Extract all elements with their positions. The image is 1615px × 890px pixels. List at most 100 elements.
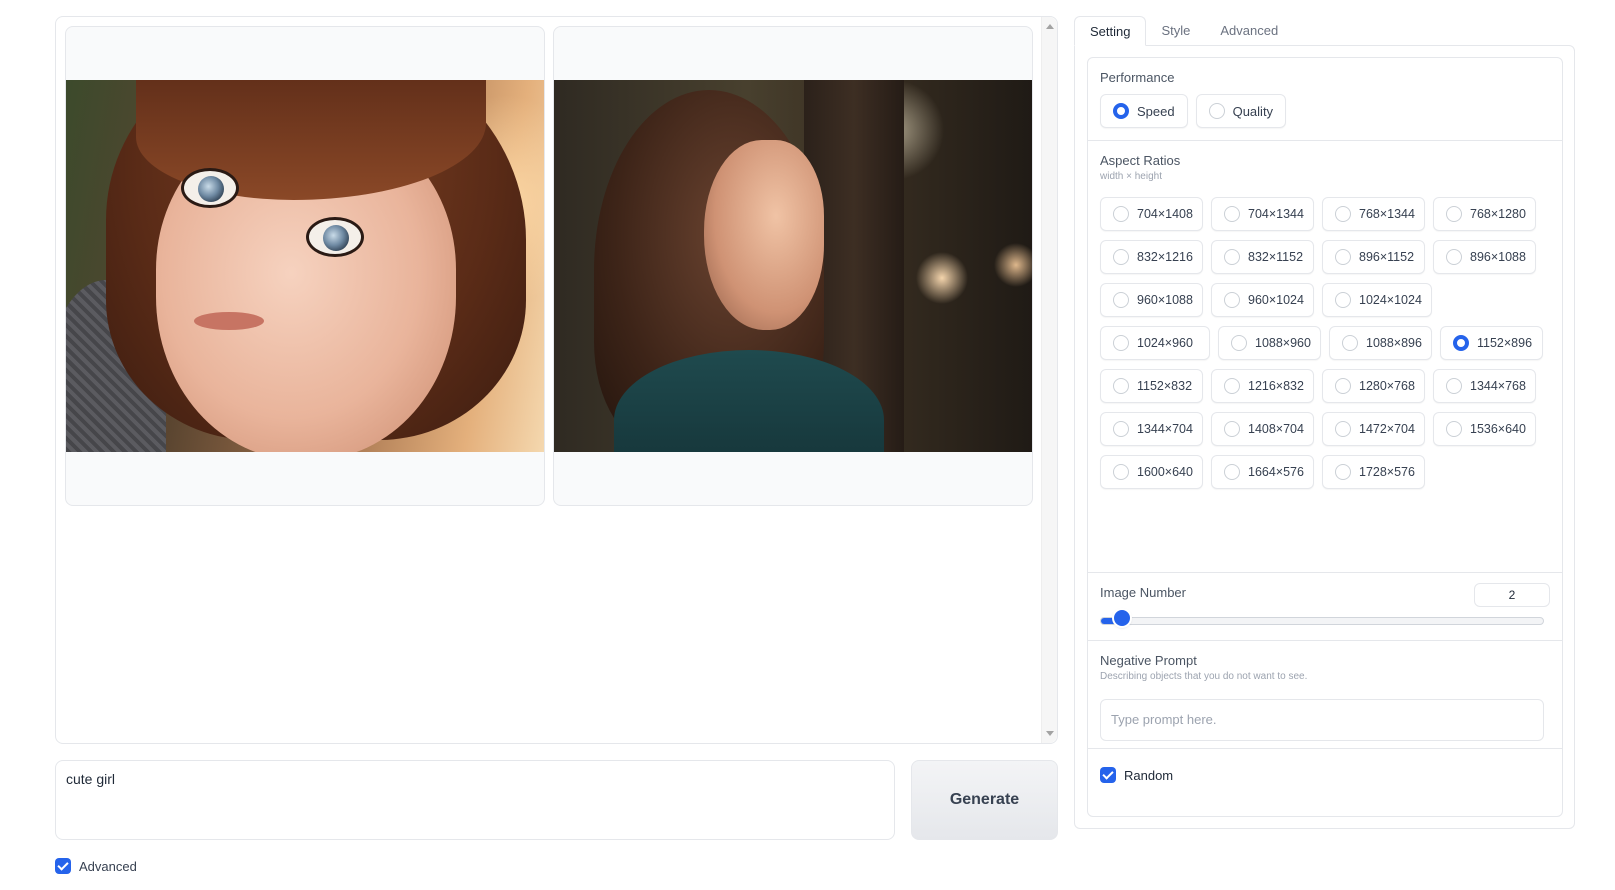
tab-style[interactable]: Style xyxy=(1146,16,1205,46)
radio-icon[interactable] xyxy=(1231,335,1247,351)
option-label: 1088×896 xyxy=(1366,336,1422,350)
aspect-ratio-option[interactable]: 1408×704 xyxy=(1211,412,1314,446)
radio-icon[interactable] xyxy=(1208,103,1225,119)
advanced-label: Advanced xyxy=(79,858,137,874)
aspect-ratio-option[interactable]: 1600×640 xyxy=(1100,455,1203,489)
aspect-ratio-option[interactable]: 960×1088 xyxy=(1100,283,1203,317)
radio-icon[interactable] xyxy=(1335,421,1351,437)
aspect-ratio-option[interactable]: 1344×768 xyxy=(1433,369,1536,403)
negative-prompt-sublabel: Describing objects that you do not want … xyxy=(1100,671,1308,682)
radio-icon[interactable] xyxy=(1335,206,1351,222)
aspect-ratio-option[interactable]: 1728×576 xyxy=(1322,455,1425,489)
slider-handle[interactable] xyxy=(1113,610,1130,626)
option-label: 1472×704 xyxy=(1359,422,1415,436)
performance-group: Performance Speed Quality xyxy=(1088,58,1562,141)
aspect-ratio-option[interactable]: 1152×832 xyxy=(1100,369,1203,403)
checkbox-checked-icon[interactable] xyxy=(55,858,71,874)
option-label: 704×1344 xyxy=(1248,207,1304,221)
option-label: 1216×832 xyxy=(1248,379,1304,393)
gallery-scrollbar[interactable] xyxy=(1041,17,1057,743)
option-label: 1600×640 xyxy=(1137,465,1193,479)
random-checkbox[interactable]: Random xyxy=(1100,767,1173,783)
radio-icon[interactable] xyxy=(1224,292,1240,308)
performance-speed-option[interactable]: Speed xyxy=(1100,94,1188,128)
radio-checked-icon[interactable] xyxy=(1453,335,1469,351)
radio-icon[interactable] xyxy=(1224,421,1240,437)
aspect-ratio-option[interactable]: 1664×576 xyxy=(1211,455,1314,489)
prompt-input[interactable]: cute girl xyxy=(55,760,895,840)
negative-prompt-input[interactable]: Type prompt here. xyxy=(1100,699,1544,741)
radio-icon[interactable] xyxy=(1113,378,1129,394)
generate-button[interactable]: Generate xyxy=(911,760,1058,840)
radio-icon[interactable] xyxy=(1335,292,1351,308)
aspect-ratio-option[interactable]: 1536×640 xyxy=(1433,412,1536,446)
option-label: 1152×832 xyxy=(1137,379,1193,393)
aspect-ratio-option[interactable]: 1216×832 xyxy=(1211,369,1314,403)
aspect-ratios-label: Aspect Ratios xyxy=(1100,153,1181,168)
aspect-ratio-option[interactable]: 768×1280 xyxy=(1433,197,1536,231)
radio-icon[interactable] xyxy=(1224,378,1240,394)
radio-icon[interactable] xyxy=(1113,464,1129,480)
aspect-ratio-option[interactable]: 960×1024 xyxy=(1211,283,1314,317)
option-label: 1344×704 xyxy=(1137,422,1193,436)
radio-icon[interactable] xyxy=(1335,464,1351,480)
scroll-down-icon[interactable] xyxy=(1046,731,1054,736)
aspect-ratio-option[interactable]: 1088×960 xyxy=(1218,326,1321,360)
option-label: 896×1088 xyxy=(1470,250,1526,264)
radio-icon[interactable] xyxy=(1446,249,1462,265)
radio-icon[interactable] xyxy=(1113,421,1129,437)
aspect-ratios-group: Aspect Ratios width × height 704×1408 704… xyxy=(1088,141,1562,573)
radio-icon[interactable] xyxy=(1342,335,1358,351)
image-number-slider[interactable] xyxy=(1100,617,1544,625)
aspect-ratio-option[interactable]: 1344×704 xyxy=(1100,412,1203,446)
option-label: 1088×960 xyxy=(1255,336,1311,350)
radio-icon[interactable] xyxy=(1335,249,1351,265)
radio-icon[interactable] xyxy=(1113,335,1129,351)
aspect-ratio-option[interactable]: 896×1152 xyxy=(1322,240,1425,274)
checkbox-checked-icon[interactable] xyxy=(1100,767,1116,783)
aspect-ratio-option[interactable]: 832×1152 xyxy=(1211,240,1314,274)
radio-icon[interactable] xyxy=(1446,421,1462,437)
option-label: 832×1216 xyxy=(1137,250,1193,264)
radio-icon[interactable] xyxy=(1224,206,1240,222)
radio-icon[interactable] xyxy=(1446,206,1462,222)
radio-icon[interactable] xyxy=(1224,464,1240,480)
aspect-ratio-option[interactable]: 1280×768 xyxy=(1322,369,1425,403)
gallery-image-2[interactable] xyxy=(553,26,1033,506)
settings-tabs: Setting Style Advanced xyxy=(1074,16,1293,46)
radio-icon[interactable] xyxy=(1224,249,1240,265)
radio-icon[interactable] xyxy=(1335,378,1351,394)
scroll-up-icon[interactable] xyxy=(1046,24,1054,29)
aspect-ratio-option[interactable]: 704×1408 xyxy=(1100,197,1203,231)
option-label: 1344×768 xyxy=(1470,379,1526,393)
aspect-ratio-option[interactable]: 1024×1024 xyxy=(1322,283,1432,317)
performance-quality-option[interactable]: Quality xyxy=(1195,94,1287,128)
aspect-ratio-option[interactable]: 1024×960 xyxy=(1100,326,1210,360)
aspect-ratio-option[interactable]: 704×1344 xyxy=(1211,197,1314,231)
tab-setting[interactable]: Setting xyxy=(1074,16,1147,46)
generated-image xyxy=(66,80,544,452)
negative-prompt-label: Negative Prompt xyxy=(1100,653,1197,668)
radio-icon[interactable] xyxy=(1113,292,1129,308)
radio-icon[interactable] xyxy=(1446,378,1462,394)
option-label: 896×1152 xyxy=(1359,250,1415,264)
aspect-ratio-option[interactable]: 832×1216 xyxy=(1100,240,1203,274)
option-label: 768×1280 xyxy=(1470,207,1526,221)
aspect-ratio-option[interactable]: 1088×896 xyxy=(1329,326,1432,360)
aspect-ratio-option[interactable]: 1152×896 xyxy=(1440,326,1543,360)
gallery-image-1[interactable] xyxy=(65,26,545,506)
aspect-ratio-options: 704×1408 704×1344 768×1344 768×1280 832×1216… xyxy=(1100,197,1556,498)
radio-icon[interactable] xyxy=(1113,206,1129,222)
option-label: 1536×640 xyxy=(1470,422,1526,436)
advanced-checkbox[interactable]: Advanced xyxy=(55,858,137,874)
image-detail xyxy=(181,168,239,208)
aspect-ratio-option[interactable]: 896×1088 xyxy=(1433,240,1536,274)
option-label: 1280×768 xyxy=(1359,379,1415,393)
tab-advanced[interactable]: Advanced xyxy=(1205,16,1293,46)
radio-icon[interactable] xyxy=(1113,249,1129,265)
aspect-ratio-option[interactable]: 1472×704 xyxy=(1322,412,1425,446)
option-label: 1152×896 xyxy=(1477,336,1533,350)
aspect-ratio-option[interactable]: 768×1344 xyxy=(1322,197,1425,231)
image-number-input[interactable]: 2 xyxy=(1474,583,1550,607)
radio-checked-icon[interactable] xyxy=(1113,103,1129,119)
